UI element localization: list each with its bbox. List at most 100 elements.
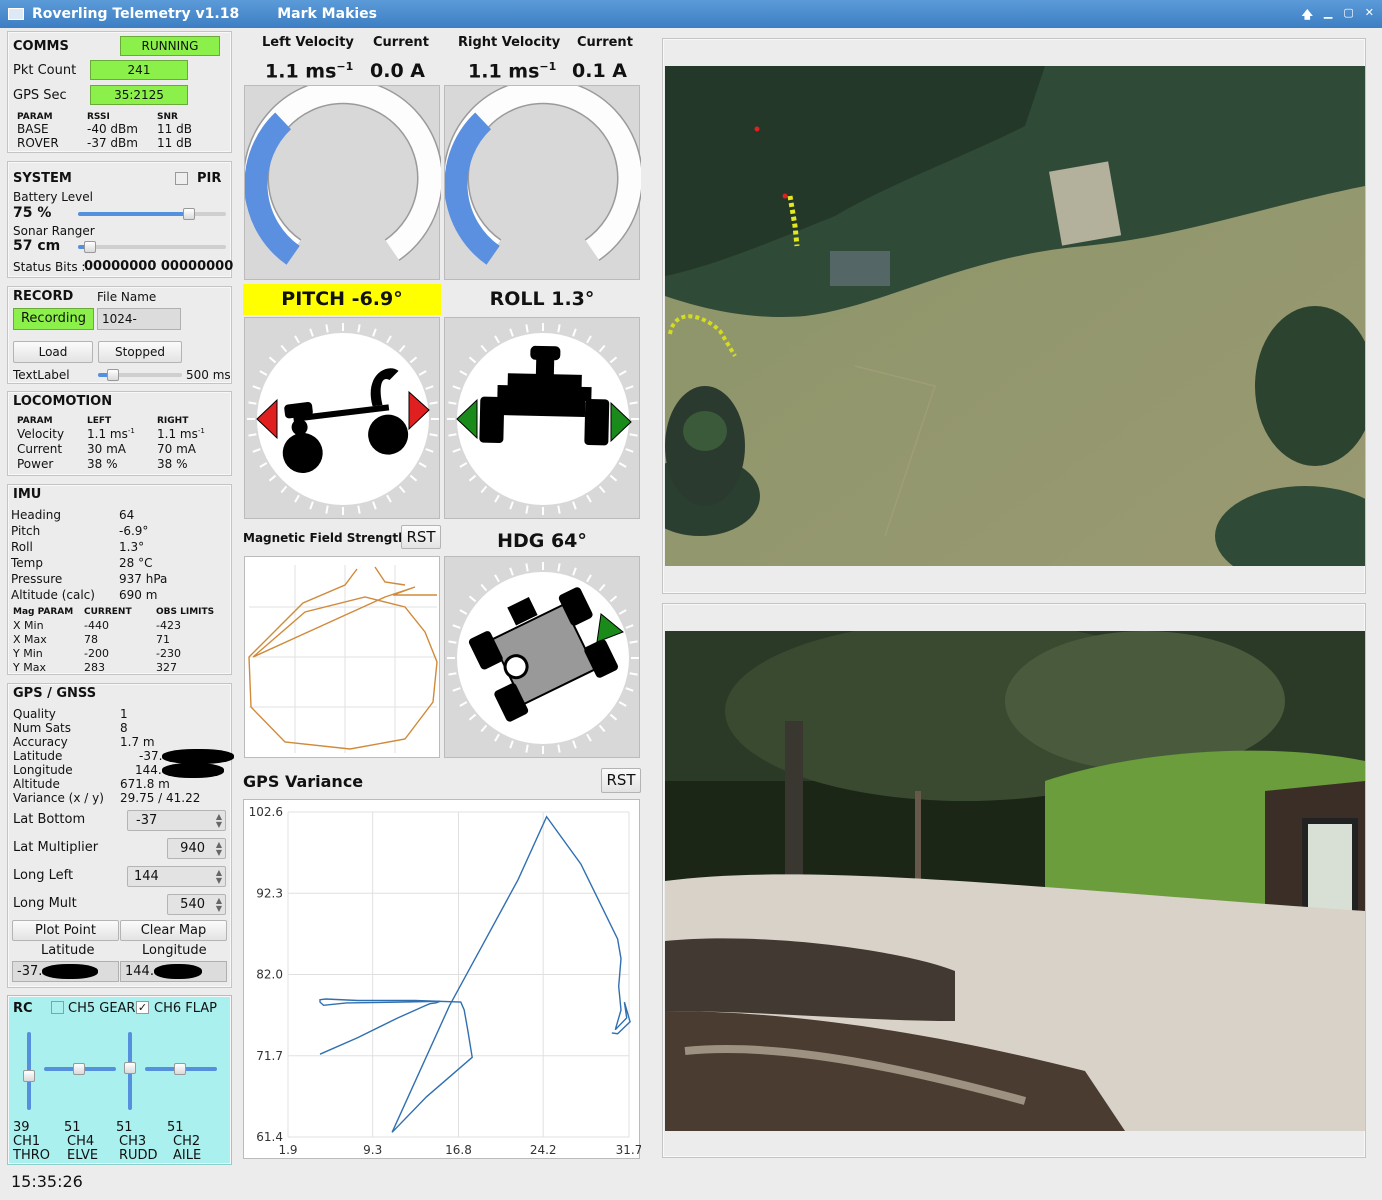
mag-param-header: Mag PARAM — [13, 607, 74, 617]
plot-point-button[interactable]: Plot Point — [12, 920, 119, 941]
long-left-spinbox[interactable]: 144 ▲ ▼ — [127, 866, 226, 887]
app-window: Roverling Telemetry v1.18 Mark Makies 🡅 … — [0, 0, 1382, 1200]
loco-velocity-right: 1.1 ms-1 — [157, 427, 205, 441]
ch3-rudder-handle[interactable] — [124, 1062, 136, 1074]
ch5-gear-checkbox[interactable] — [51, 1001, 64, 1014]
y-tick-label: 102.6 — [249, 805, 283, 819]
spin-arrows-icon[interactable]: ▲ ▼ — [216, 841, 222, 857]
dial-tick — [618, 370, 627, 376]
camera-feed-image[interactable] — [665, 631, 1365, 1131]
dial-tick — [309, 328, 314, 337]
imu-roll-label: Roll — [11, 540, 33, 554]
spin-arrows-icon[interactable]: ▲ ▼ — [216, 813, 222, 829]
ch6-flap-checkbox[interactable]: ✓ — [136, 1001, 149, 1014]
pitch-indicator — [244, 317, 440, 519]
mag-xmin-label: X Min — [13, 619, 44, 632]
dial-tick — [586, 494, 592, 503]
spin-arrows-icon[interactable]: ▲ ▼ — [216, 897, 222, 913]
dial-tick — [325, 324, 329, 333]
imu-altitude-label: Altitude (calc) — [11, 588, 95, 602]
clock: 15:35:26 — [11, 1172, 83, 1191]
dial-tick — [468, 713, 477, 721]
dial-tick — [557, 505, 561, 514]
dial-tick — [572, 740, 577, 749]
imu-pitch-label: Pitch — [11, 524, 41, 538]
latitude-field[interactable]: -37. — [12, 961, 119, 982]
gps-variance-reset-button[interactable]: RST — [601, 768, 641, 793]
record-panel: RECORD File Name Recording 1024-15:32.rv… — [7, 286, 232, 384]
longitude-field[interactable]: 144. — [120, 961, 227, 982]
right-velocity-value: 1.1 ms−1 — [468, 60, 557, 83]
rover-label: ROVER — [17, 136, 59, 150]
mag-ymax-limit: 327 — [156, 661, 177, 674]
dial-tick — [572, 567, 577, 576]
ch4-elevator-handle[interactable] — [73, 1063, 85, 1075]
mag-reset-button[interactable]: RST — [401, 525, 441, 549]
clear-map-button[interactable]: Clear Map — [120, 920, 227, 941]
heading-dial-svg — [447, 562, 639, 754]
dial-tick — [459, 609, 468, 615]
dial-tick — [629, 433, 638, 437]
dial-tick — [357, 324, 361, 333]
right-velocity-label: Right Velocity — [458, 35, 561, 50]
sonar-slider-handle[interactable] — [84, 241, 96, 253]
long-mult-label: Long Mult — [13, 896, 77, 911]
load-button[interactable]: Load — [13, 341, 93, 363]
loco-left-header: LEFT — [87, 416, 112, 426]
interval-slider-handle[interactable] — [107, 369, 119, 381]
close-icon[interactable]: ✕ — [1365, 6, 1374, 25]
file-name-field[interactable]: 1024-15:32.rv2 — [97, 308, 181, 330]
dial-tick — [609, 356, 618, 364]
ch2-aileron-handle[interactable] — [174, 1063, 186, 1075]
record-title: RECORD — [13, 289, 74, 304]
minimize-icon[interactable]: ▁ — [1324, 6, 1332, 25]
dial-tick — [372, 501, 377, 510]
loco-power-label: Power — [17, 457, 54, 471]
dial-tick — [398, 485, 406, 494]
battery-label: Battery Level — [13, 190, 93, 204]
mag-ymax-label: Y Max — [13, 661, 46, 674]
x-tick-label: 24.2 — [530, 1143, 557, 1157]
status-bits-label: Status Bits : — [13, 260, 86, 274]
rover-snr: 11 dB — [157, 136, 192, 150]
aerial-map-image[interactable] — [665, 66, 1365, 566]
lat-mult-spinbox[interactable]: 940 ▲ ▼ — [167, 838, 226, 859]
maximize-icon[interactable]: ▢ — [1343, 6, 1353, 25]
gps-quality-value: 1 — [120, 707, 128, 721]
y-tick-label: 92.3 — [256, 886, 283, 900]
gps-sats-value: 8 — [120, 721, 128, 735]
dial-tick — [598, 485, 606, 494]
pir-checkbox[interactable] — [175, 172, 188, 185]
battery-value: 75 % — [13, 205, 52, 221]
lat-bottom-spinbox[interactable]: -37 ▲ ▼ — [127, 810, 226, 831]
battery-slider-handle[interactable] — [183, 208, 195, 220]
comms-panel: COMMS RUNNING Pkt Count 241 GPS Sec 35:2… — [7, 31, 232, 153]
spin-arrows-icon[interactable]: ▲ ▼ — [216, 869, 222, 885]
y-tick-label: 71.7 — [256, 1049, 283, 1063]
dial-tick — [409, 474, 418, 482]
recording-button[interactable]: Recording — [13, 308, 94, 330]
dial-tick — [609, 595, 618, 603]
pitch-readout: PITCH -6.9° — [243, 284, 441, 315]
dial-tick — [452, 385, 461, 390]
dial-tick — [259, 370, 268, 376]
interval-value: 500 ms — [186, 368, 231, 382]
stopped-button[interactable]: Stopped — [98, 341, 182, 363]
window-title: Roverling Telemetry v1.18 — [32, 6, 240, 22]
ch3-value: 51 — [116, 1120, 133, 1135]
dial-tick — [525, 324, 529, 333]
mag-ymin-current: -200 — [84, 647, 109, 660]
dial-tick — [468, 474, 477, 482]
base-label: BASE — [17, 122, 49, 136]
ch1-throttle-handle[interactable] — [23, 1070, 35, 1082]
dial-tick — [618, 462, 627, 468]
dial-tick — [609, 713, 618, 721]
imu-heading-label: Heading — [11, 508, 61, 522]
dial-tick — [259, 462, 268, 468]
dial-tick — [452, 624, 461, 629]
long-mult-spinbox[interactable]: 540 ▲ ▼ — [167, 894, 226, 915]
pin-icon[interactable]: 🡅 — [1302, 6, 1313, 25]
sonar-slider-track — [78, 245, 226, 249]
rssi-header: RSSI — [87, 112, 110, 122]
dial-tick — [452, 687, 461, 692]
